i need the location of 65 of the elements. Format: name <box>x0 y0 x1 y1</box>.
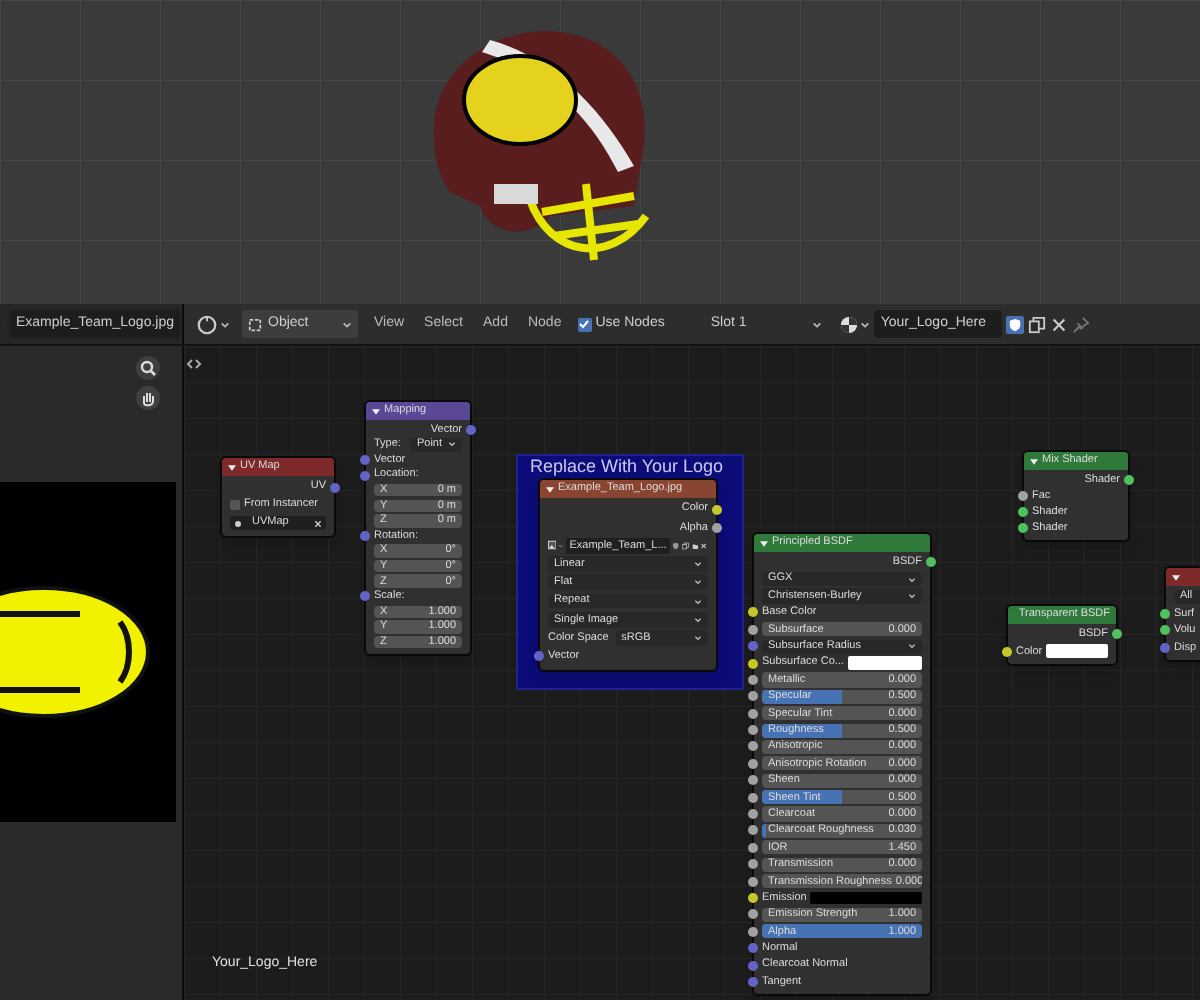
input-socket[interactable] <box>748 708 758 719</box>
input-socket[interactable] <box>748 960 758 971</box>
input-socket[interactable] <box>748 825 758 836</box>
input-socket[interactable] <box>360 530 370 541</box>
input-socket[interactable] <box>1018 523 1028 533</box>
input-socket[interactable] <box>360 591 370 602</box>
editor-type-icon[interactable] <box>196 313 218 335</box>
color-swatch[interactable] <box>1046 644 1108 659</box>
input-socket[interactable] <box>748 741 758 752</box>
close-icon[interactable] <box>700 539 709 552</box>
copy-icon[interactable] <box>1028 315 1047 333</box>
input-socket[interactable] <box>1160 625 1170 636</box>
fake-user-button[interactable] <box>1006 315 1025 333</box>
input-socket[interactable] <box>748 691 758 702</box>
close-icon[interactable] <box>1050 315 1069 333</box>
input-socket[interactable] <box>748 842 758 853</box>
checkbox[interactable] <box>230 500 240 510</box>
input-socket[interactable] <box>748 859 758 870</box>
zoom-icon[interactable] <box>136 356 160 380</box>
material-icon[interactable] <box>840 315 859 333</box>
input-socket[interactable] <box>748 792 758 803</box>
check-icon <box>578 318 591 330</box>
input-socket[interactable] <box>748 943 758 954</box>
image-icon[interactable] <box>548 538 557 553</box>
input-socket[interactable] <box>1018 491 1028 501</box>
input-socket[interactable] <box>748 909 758 920</box>
input-socket[interactable] <box>748 758 758 769</box>
input-socket[interactable] <box>748 674 758 685</box>
input-socket[interactable] <box>748 641 758 652</box>
shield-icon[interactable] <box>672 539 680 552</box>
folder-icon[interactable] <box>691 539 699 552</box>
input-socket[interactable] <box>748 725 758 736</box>
output-socket[interactable] <box>1124 475 1134 485</box>
input-socket[interactable] <box>748 607 758 618</box>
input-socket[interactable] <box>1002 646 1012 657</box>
input-socket[interactable] <box>748 926 758 937</box>
input-socket[interactable] <box>360 454 370 465</box>
input-socket[interactable] <box>748 658 758 669</box>
input-socket[interactable] <box>1018 507 1028 517</box>
output-socket[interactable] <box>712 504 722 515</box>
input-socket[interactable] <box>1160 608 1170 619</box>
input-socket[interactable] <box>748 775 758 786</box>
hand-icon[interactable] <box>136 386 160 410</box>
input-socket[interactable] <box>748 876 758 887</box>
checkbox[interactable] <box>577 317 592 331</box>
object-icon <box>248 317 262 331</box>
color-swatch[interactable] <box>847 656 922 670</box>
input-socket[interactable] <box>360 470 370 481</box>
input-socket[interactable] <box>748 976 758 987</box>
close-icon[interactable] <box>314 519 322 527</box>
output-socket[interactable] <box>712 522 722 533</box>
input-socket[interactable] <box>534 651 544 662</box>
node-panel[interactable] <box>752 532 932 997</box>
output-socket[interactable] <box>1112 629 1122 640</box>
frame-label: Replace With Your Logo <box>528 456 726 478</box>
shield-icon <box>1008 317 1023 331</box>
dot-icon <box>234 519 242 527</box>
copy-icon[interactable] <box>682 539 690 552</box>
input-socket[interactable] <box>748 809 758 820</box>
input-socket[interactable] <box>748 624 758 635</box>
color-swatch[interactable] <box>810 891 922 905</box>
collapse-arrows-icon[interactable] <box>186 358 202 370</box>
input-socket[interactable] <box>1160 642 1170 653</box>
input-socket[interactable] <box>748 893 758 903</box>
output-socket[interactable] <box>926 557 936 568</box>
